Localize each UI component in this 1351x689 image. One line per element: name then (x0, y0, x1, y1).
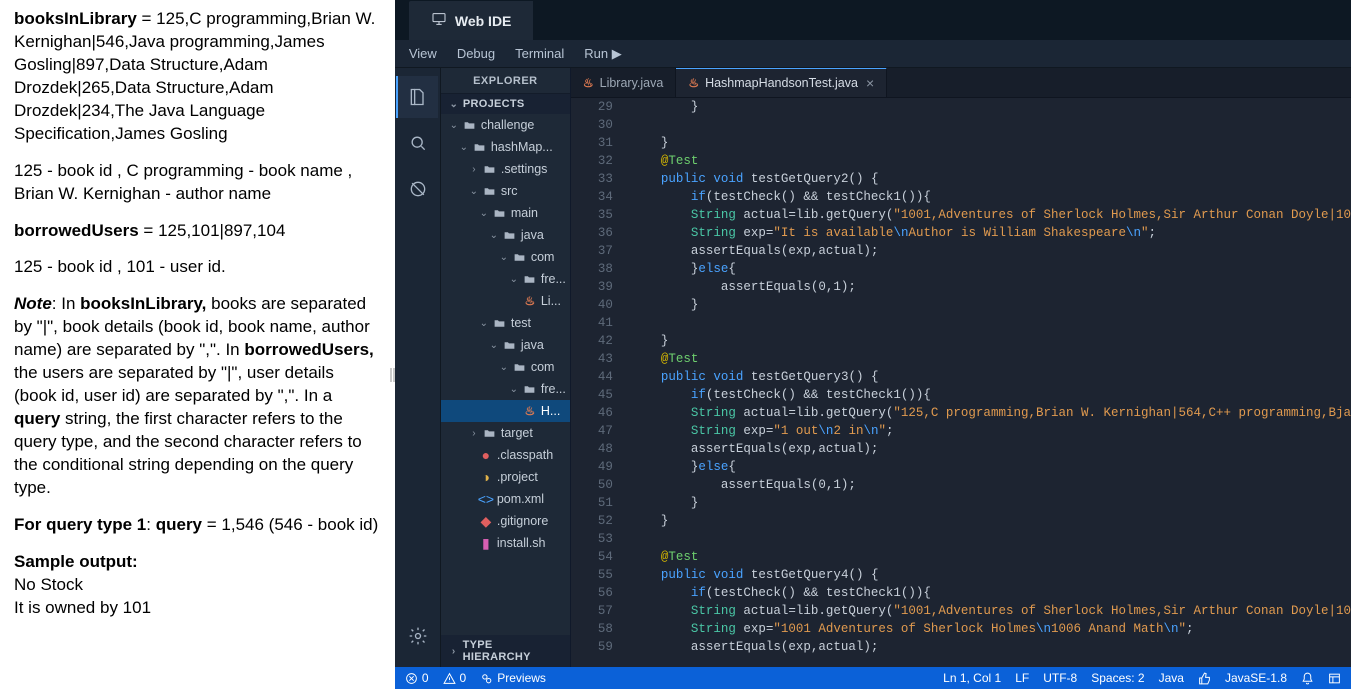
folder-icon (483, 184, 497, 198)
status-sdk[interactable]: JavaSE-1.8 (1225, 671, 1287, 685)
note-paragraph: Note: In booksInLibrary, books are separ… (14, 293, 381, 499)
tree-install[interactable]: ▮install.sh (441, 532, 570, 554)
ide-title-text: Web IDE (455, 13, 512, 29)
status-thumbs[interactable] (1198, 672, 1211, 685)
explorer-title: EXPLORER (441, 68, 570, 94)
status-errors[interactable]: 0 (405, 671, 429, 685)
code-editor[interactable]: 2930313233343536373839404142434445464748… (571, 98, 1351, 667)
file-icon: ◆ (479, 514, 493, 528)
status-spaces[interactable]: Spaces: 2 (1091, 671, 1144, 685)
sample-output-line1: No Stock (14, 574, 381, 597)
editor-tabs: ♨Library.java ♨HashmapHandsonTest.java× (571, 68, 1351, 98)
folder-icon (483, 426, 497, 440)
explain-userid: 125 - book id , 101 - user id. (14, 256, 381, 279)
folder-icon (463, 118, 477, 132)
menu-bar: View Debug Terminal Run ▶ (395, 40, 1351, 68)
menu-debug[interactable]: Debug (457, 46, 495, 61)
tree-challenge[interactable]: ⌄challenge (441, 114, 570, 136)
tree-classpath[interactable]: ●.classpath (441, 444, 570, 466)
var-booksinlibrary: booksInLibrary (14, 9, 137, 28)
activity-debug[interactable] (396, 168, 438, 210)
sample-output-line2: It is owned by 101 (14, 597, 381, 620)
tree-java2[interactable]: ⌄java (441, 334, 570, 356)
tab-hashmaphandson[interactable]: ♨HashmapHandsonTest.java× (676, 68, 887, 97)
status-lf[interactable]: LF (1015, 671, 1029, 685)
activity-bar (395, 68, 441, 667)
java-icon: ♨ (523, 404, 537, 418)
code-content[interactable]: } } @Test public void testGetQuery2() { … (631, 98, 1351, 667)
menu-terminal[interactable]: Terminal (515, 46, 564, 61)
tree-pom[interactable]: <>pom.xml (441, 488, 570, 510)
menu-view[interactable]: View (409, 46, 437, 61)
tree-com2[interactable]: ⌄com (441, 356, 570, 378)
tree-gitignore[interactable]: ◆.gitignore (441, 510, 570, 532)
web-ide: Web IDE View Debug Terminal Run ▶ EXPLOR… (395, 0, 1351, 689)
tree-h-selected[interactable]: ♨H... (441, 400, 570, 422)
java-icon: ♨ (523, 294, 537, 308)
monitor-icon (431, 11, 447, 30)
sample-output-label: Sample output: (14, 552, 138, 571)
file-icon: ● (479, 448, 493, 462)
folder-icon (493, 206, 507, 220)
query-type-1: For query type 1: query = 1,546 (546 - b… (14, 514, 381, 537)
status-enc[interactable]: UTF-8 (1043, 671, 1077, 685)
editor-area: ♨Library.java ♨HashmapHandsonTest.java× … (571, 68, 1351, 667)
folder-icon (503, 228, 517, 242)
file-icon: ◑ (479, 470, 493, 484)
folder-icon (523, 382, 537, 396)
status-previews[interactable]: Previews (480, 671, 546, 685)
tree-project[interactable]: ◑.project (441, 466, 570, 488)
java-icon: ♨ (688, 76, 699, 90)
folder-icon (493, 316, 507, 330)
status-lang[interactable]: Java (1159, 671, 1184, 685)
ide-titlebar: Web IDE (395, 0, 1351, 40)
tree-java[interactable]: ⌄java (441, 224, 570, 246)
tree-fre[interactable]: ⌄fre... (441, 268, 570, 290)
tree-settings[interactable]: ›.settings (441, 158, 570, 180)
folder-icon (513, 250, 527, 264)
tree-target[interactable]: ›target (441, 422, 570, 444)
file-icon: ▮ (479, 536, 493, 550)
ide-title-tab[interactable]: Web IDE (409, 1, 534, 40)
status-layout[interactable] (1328, 672, 1341, 685)
status-bell[interactable] (1301, 672, 1314, 685)
tree-li[interactable]: ♨Li... (441, 290, 570, 312)
explain-bookid: 125 - book id , C programming - book nam… (14, 160, 381, 206)
tree-fre2[interactable]: ⌄fre... (441, 378, 570, 400)
tree-com[interactable]: ⌄com (441, 246, 570, 268)
folder-icon (473, 140, 487, 154)
file-tree: ⌄challenge ⌄hashMap... ›.settings ⌄src ⌄… (441, 114, 570, 635)
folder-icon (483, 162, 497, 176)
folder-icon (523, 272, 537, 286)
close-icon[interactable]: × (866, 75, 874, 91)
tree-hashmap[interactable]: ⌄hashMap... (441, 136, 570, 158)
file-icon: <> (479, 492, 493, 506)
status-warnings[interactable]: 0 (443, 671, 467, 685)
activity-search[interactable] (396, 122, 438, 164)
line-number-gutter: 2930313233343536373839404142434445464748… (571, 98, 631, 667)
var-borrowedusers: borrowedUsers (14, 221, 139, 240)
section-type-hierarchy[interactable]: ›TYPE HIERARCHY (441, 635, 570, 667)
section-projects[interactable]: ⌄PROJECTS (441, 94, 570, 114)
java-icon: ♨ (583, 76, 594, 90)
folder-icon (503, 338, 517, 352)
menu-run[interactable]: Run ▶ (584, 46, 621, 62)
tab-library[interactable]: ♨Library.java (571, 68, 676, 97)
instructions-panel: booksInLibrary = 125,C programming,Brian… (0, 0, 395, 689)
activity-files[interactable] (396, 76, 438, 118)
tree-src[interactable]: ⌄src (441, 180, 570, 202)
status-bar: 0 0 Previews Ln 1, Col 1 LF UTF-8 Spaces… (395, 667, 1351, 689)
tree-test[interactable]: ⌄test (441, 312, 570, 334)
tree-main[interactable]: ⌄main (441, 202, 570, 224)
activity-settings[interactable] (396, 615, 438, 657)
status-lncol[interactable]: Ln 1, Col 1 (943, 671, 1001, 685)
folder-icon (513, 360, 527, 374)
explorer-sidebar: EXPLORER ⌄PROJECTS ⌄challenge ⌄hashMap..… (441, 68, 571, 667)
